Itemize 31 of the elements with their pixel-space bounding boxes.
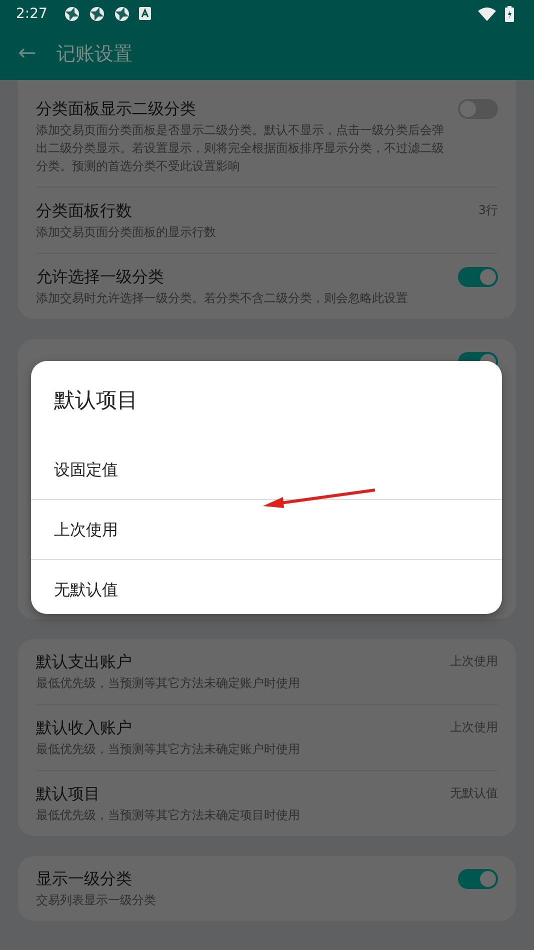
setting-title: 默认项目 [36, 783, 101, 805]
app-notification-icon [64, 6, 80, 22]
setting-value: 上次使用 [450, 653, 498, 670]
toggle-switch[interactable] [458, 869, 498, 889]
setting-description: 添加交易页面分类面板是否显示二级分类。默认不显示，点击一级分类后会弹出二级分类显示。若设置显示，则将完全根据面板排序显示分类，不过滤二级分类。预测的首选分类不受此设置影响 [36, 122, 445, 175]
setting-value: 无默认值 [450, 785, 498, 802]
setting-description: 最低优先级，当预测等其它方法未确定账户时使用 [36, 741, 301, 758]
app-notification-icon [114, 6, 130, 22]
setting-description: 添加交易时允许选择一级分类。若分类不含二级分类，则会忽略此设置 [36, 290, 409, 307]
setting-value: 3行 [478, 202, 498, 219]
dialog-option[interactable]: 设固定值 [31, 440, 502, 500]
setting-title: 允许选择一级分类 [36, 266, 165, 288]
toggle-switch[interactable] [458, 267, 498, 287]
dialog-title: 默认项目 [54, 387, 138, 414]
setting-title: 默认收入账户 [36, 717, 133, 739]
setting-description: 最低优先级，当预测等其它方法未确定项目时使用 [36, 807, 301, 824]
setting-description: 交易列表显示一级分类 [36, 892, 157, 909]
setting-title: 默认支出账户 [36, 651, 133, 673]
setting-title: 分类面板行数 [36, 200, 133, 222]
wifi-icon [478, 6, 496, 20]
dialog-option[interactable]: 无默认值 [31, 560, 502, 619]
setting-description: 最低优先级，当预测等其它方法未确定账户时使用 [36, 675, 301, 692]
keyboard-notification-icon [139, 7, 152, 20]
battery-icon [505, 6, 514, 22]
app-notification-icon [89, 6, 106, 22]
status-time: 2:27 [16, 6, 48, 22]
setting-title: 分类面板显示二级分类 [36, 98, 197, 120]
setting-title: 显示一级分类 [36, 868, 133, 890]
setting-value: 上次使用 [450, 719, 498, 736]
setting-description: 添加交易页面分类面板的显示行数 [36, 224, 217, 241]
page-title: 记账设置 [56, 42, 132, 66]
